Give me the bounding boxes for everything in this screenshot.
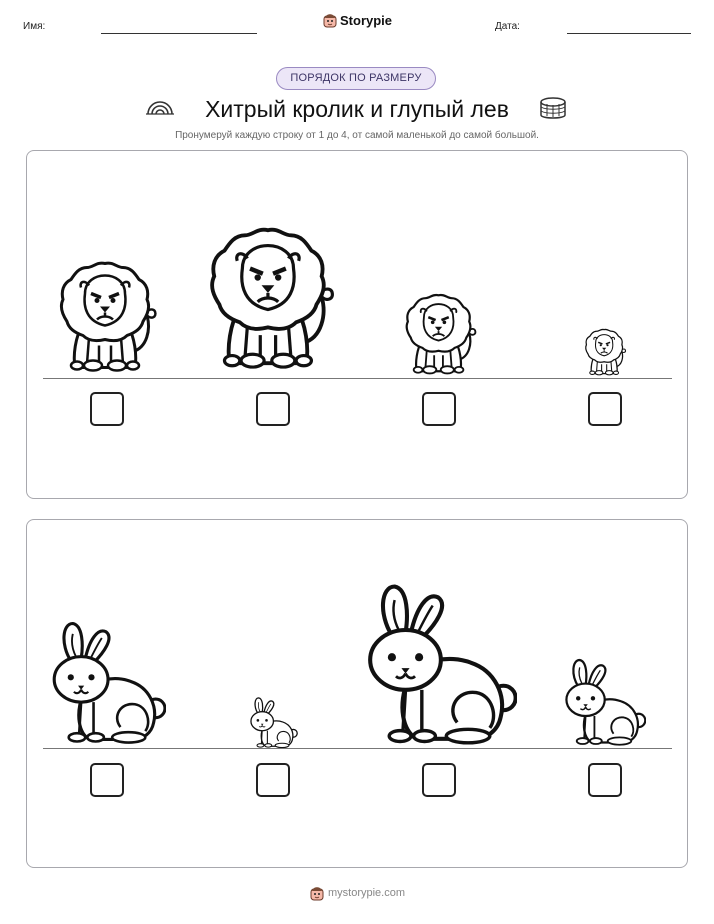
- rabbit-figure: [565, 658, 646, 746]
- name-line[interactable]: [101, 33, 257, 34]
- well-icon: [540, 97, 566, 119]
- answer-box[interactable]: [422, 392, 456, 426]
- answer-box[interactable]: [422, 763, 456, 797]
- date-line[interactable]: [567, 33, 691, 34]
- name-label: Имя:: [23, 21, 46, 32]
- storypie-mascot-icon: [310, 887, 324, 901]
- ground-line: [43, 748, 672, 749]
- answer-box[interactable]: [256, 763, 290, 797]
- storypie-mascot-icon: [323, 14, 337, 28]
- activity-badge: ПОРЯДОК ПО РАЗМЕРУ: [276, 67, 436, 90]
- lion-figure: [405, 293, 477, 375]
- answer-box[interactable]: [256, 392, 290, 426]
- brand-logo: Storypie: [323, 12, 392, 28]
- lion-figure: [584, 328, 627, 376]
- brand-name: Storypie: [340, 12, 393, 28]
- answer-box[interactable]: [90, 763, 124, 797]
- answer-box[interactable]: [588, 763, 622, 797]
- page-title: Хитрый кролик и глупый лев: [205, 96, 509, 122]
- date-label: Дата:: [495, 21, 520, 32]
- ground-line: [43, 378, 672, 379]
- footer: mystorypie.com: [310, 885, 405, 901]
- instructions: Пронумеруй каждую строку от 1 до 4, от с…: [175, 130, 539, 141]
- answer-box[interactable]: [588, 392, 622, 426]
- rabbit-figure: [52, 621, 166, 745]
- rabbit-figure: [362, 580, 517, 748]
- lion-figure: [59, 261, 158, 373]
- lion-figure: [204, 218, 337, 378]
- footer-url[interactable]: mystorypie.com: [328, 887, 405, 899]
- rabbit-figure: [250, 697, 298, 748]
- answer-box[interactable]: [90, 392, 124, 426]
